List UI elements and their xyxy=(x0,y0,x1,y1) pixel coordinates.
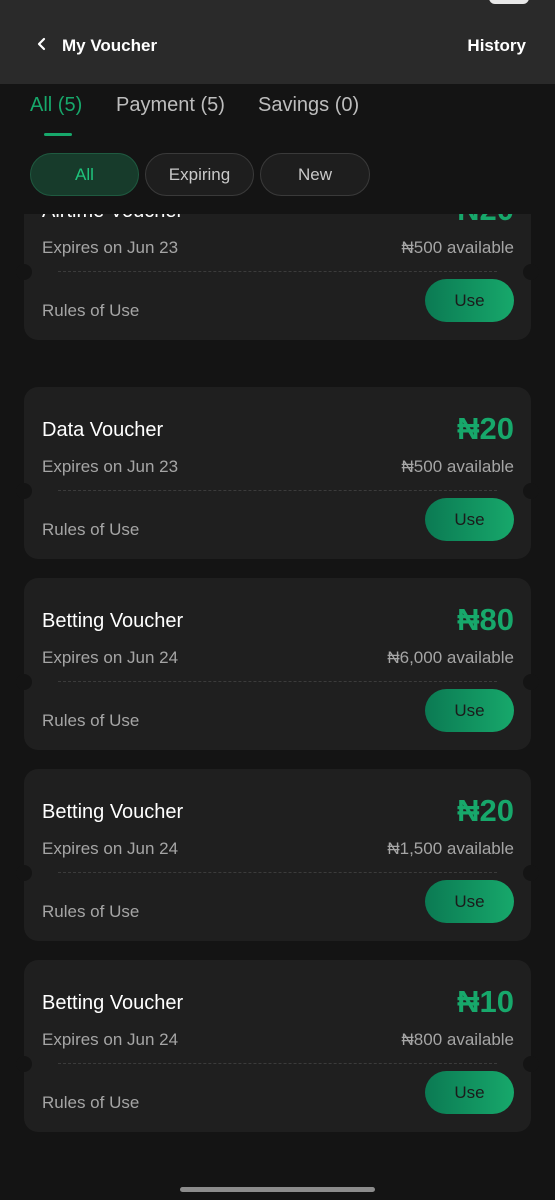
bottom-area xyxy=(0,1170,555,1200)
ticket-divider xyxy=(58,872,497,873)
voucher-amount: ₦20 xyxy=(457,793,514,828)
use-button[interactable]: Use xyxy=(425,498,514,541)
voucher-title: Betting Voucher xyxy=(42,801,184,823)
page-title: My Voucher xyxy=(62,36,158,55)
voucher-title: Data Voucher xyxy=(42,419,164,441)
header-bar: My Voucher History xyxy=(0,0,555,84)
use-button[interactable]: Use xyxy=(425,689,514,732)
voucher-available: ₦1,500 available xyxy=(387,839,514,858)
voucher-card: Betting Voucher Expires on Jun 24 ₦80 ₦6… xyxy=(16,578,539,750)
ticket-notch-left xyxy=(16,674,32,690)
filter-chip-new[interactable]: New xyxy=(260,153,370,196)
ticket-notch-left xyxy=(16,483,32,499)
voucher-card: Airtime Voucher Expires on Jun 23 ₦20 ₦5… xyxy=(16,214,539,340)
ticket-divider xyxy=(58,1063,497,1064)
use-button[interactable]: Use xyxy=(425,279,514,322)
voucher-available: ₦500 available xyxy=(401,457,514,476)
active-tab-indicator xyxy=(44,133,72,136)
voucher-amount: ₦80 xyxy=(457,602,514,637)
voucher-expiry: Expires on Jun 24 xyxy=(42,839,179,858)
tab-payment[interactable]: Payment (5) xyxy=(116,94,225,117)
voucher-available: ₦6,000 available xyxy=(387,648,514,667)
ticket-divider xyxy=(58,271,497,272)
voucher-amount: ₦10 xyxy=(457,984,514,1019)
ticket-notch-right xyxy=(523,264,539,280)
status-bar-toggle xyxy=(489,0,529,4)
voucher-available: ₦500 available xyxy=(401,238,514,257)
tab-savings[interactable]: Savings (0) xyxy=(258,94,359,117)
voucher-card: Betting Voucher Expires on Jun 24 ₦10 ₦8… xyxy=(16,960,539,1132)
ticket-notch-right xyxy=(523,483,539,499)
voucher-title: Betting Voucher xyxy=(42,992,184,1014)
ticket-notch-right xyxy=(523,1056,539,1072)
chevron-left-icon[interactable] xyxy=(30,32,54,56)
ticket-notch-left xyxy=(16,865,32,881)
filter-chip-all[interactable]: All xyxy=(30,153,139,196)
voucher-title: Airtime Voucher xyxy=(42,214,183,223)
voucher-list[interactable]: Airtime Voucher Expires on Jun 23 ₦20 ₦5… xyxy=(0,214,555,1170)
home-indicator[interactable] xyxy=(180,1187,375,1192)
ticket-divider xyxy=(58,490,497,491)
voucher-expiry: Expires on Jun 24 xyxy=(42,1030,179,1049)
voucher-title: Betting Voucher xyxy=(42,610,184,632)
tab-all[interactable]: All (5) xyxy=(30,94,82,117)
ticket-notch-left xyxy=(16,264,32,280)
history-link[interactable]: History xyxy=(467,36,526,56)
rules-of-use-link[interactable]: Rules of Use xyxy=(42,711,139,731)
rules-of-use-link[interactable]: Rules of Use xyxy=(42,520,139,540)
voucher-amount: ₦20 xyxy=(457,214,514,228)
rules-of-use-link[interactable]: Rules of Use xyxy=(42,1093,139,1113)
ticket-notch-right xyxy=(523,674,539,690)
filter-chip-expiring[interactable]: Expiring xyxy=(145,153,254,196)
ticket-notch-left xyxy=(16,1056,32,1072)
voucher-amount: ₦20 xyxy=(457,411,514,446)
use-button[interactable]: Use xyxy=(425,880,514,923)
voucher-expiry: Expires on Jun 23 xyxy=(42,238,179,257)
use-button[interactable]: Use xyxy=(425,1071,514,1114)
voucher-available: ₦800 available xyxy=(401,1030,514,1049)
voucher-card: Betting Voucher Expires on Jun 24 ₦20 ₦1… xyxy=(16,769,539,941)
rules-of-use-link[interactable]: Rules of Use xyxy=(42,301,139,321)
ticket-divider xyxy=(58,681,497,682)
voucher-expiry: Expires on Jun 24 xyxy=(42,648,179,667)
rules-of-use-link[interactable]: Rules of Use xyxy=(42,902,139,922)
ticket-notch-right xyxy=(523,865,539,881)
voucher-expiry: Expires on Jun 23 xyxy=(42,457,179,476)
voucher-card: Data Voucher Expires on Jun 23 ₦20 ₦500 … xyxy=(16,387,539,559)
